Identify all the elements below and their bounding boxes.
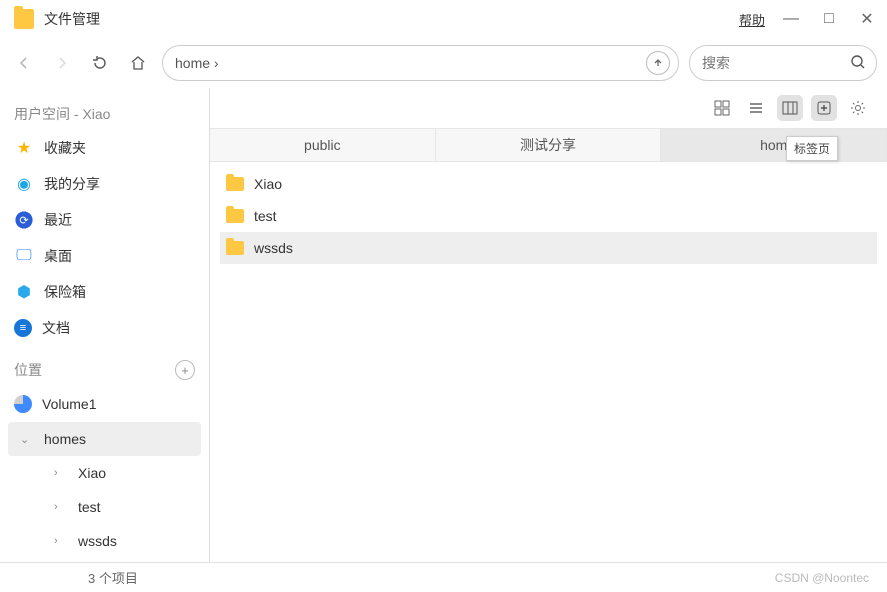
folder-icon — [226, 209, 244, 223]
view-list-button[interactable] — [743, 95, 769, 121]
recent-icon — [14, 210, 34, 230]
sidebar-label: 保险箱 — [44, 282, 86, 302]
maximize-button[interactable]: □ — [817, 7, 841, 31]
file-list: Xiao test wssds — [210, 162, 887, 270]
volume-icon — [14, 395, 32, 413]
new-tab-button[interactable] — [811, 95, 837, 121]
back-button[interactable] — [10, 49, 38, 77]
location-label: 位置 — [14, 360, 42, 380]
sidebar-item-favorites[interactable]: ★ 收藏夹 — [0, 130, 209, 166]
tree-label: wssds — [78, 533, 117, 549]
forward-button[interactable] — [48, 49, 76, 77]
file-row[interactable]: test — [220, 200, 877, 232]
sidebar: 用户空间 - Xiao ★ 收藏夹 ◉ 我的分享 最近 🖵 桌面 ⬢ 保险箱 文档 位置… — [0, 88, 210, 562]
sidebar-label: 桌面 — [44, 246, 72, 266]
folder-icon — [226, 241, 244, 255]
sidebar-item-recent[interactable]: 最近 — [0, 202, 209, 238]
sidebar-label: Volume1 — [42, 396, 96, 412]
tab-home[interactable]: hom — [661, 129, 887, 162]
folder-icon — [226, 177, 244, 191]
file-name: test — [254, 208, 277, 224]
path-breadcrumb[interactable]: home › — [162, 45, 679, 81]
safe-icon: ⬢ — [14, 282, 34, 302]
share-icon: ◉ — [14, 174, 34, 194]
sidebar-item-share[interactable]: ◉ 我的分享 — [0, 166, 209, 202]
chevron-right-icon: › — [54, 535, 68, 547]
path-text: home › — [175, 55, 219, 71]
file-row[interactable]: Xiao — [220, 168, 877, 200]
tree-homes[interactable]: ⌄ homes — [8, 422, 201, 456]
sidebar-item-desktop[interactable]: 🖵 桌面 — [0, 238, 209, 274]
sidebar-label: 收藏夹 — [44, 138, 86, 158]
status-bar: 3 个项目 CSDN @Noontec — [0, 562, 887, 592]
minimize-button[interactable]: ― — [779, 7, 803, 31]
refresh-button[interactable] — [86, 49, 114, 77]
app-icon — [14, 9, 34, 29]
add-location-button[interactable]: + — [175, 360, 195, 380]
tab-test-share[interactable]: 测试分享 — [436, 129, 662, 162]
help-link[interactable]: 帮助 — [739, 10, 765, 29]
sidebar-item-volume[interactable]: Volume1 — [0, 386, 209, 422]
app-title: 文件管理 — [44, 9, 100, 29]
tree-label: homes — [44, 431, 86, 447]
sidebar-item-documents[interactable]: 文档 — [0, 310, 209, 346]
content-area: public 测试分享 hom 标签页 Xiao test wssds — [210, 88, 887, 562]
search-icon — [850, 54, 866, 73]
sidebar-item-safe[interactable]: ⬢ 保险箱 — [0, 274, 209, 310]
settings-button[interactable] — [845, 95, 871, 121]
watermark: CSDN @Noontec — [775, 571, 869, 585]
view-columns-button[interactable] — [777, 95, 803, 121]
tree-label: test — [78, 499, 101, 515]
file-row[interactable]: wssds — [220, 232, 877, 264]
item-count: 3 个项目 — [88, 568, 138, 587]
file-name: Xiao — [254, 176, 282, 192]
file-name: wssds — [254, 240, 293, 256]
search-input[interactable] — [702, 55, 864, 71]
location-header: 位置 + — [0, 354, 209, 386]
view-grid-button[interactable] — [709, 95, 735, 121]
sidebar-label: 我的分享 — [44, 174, 100, 194]
home-button[interactable] — [124, 49, 152, 77]
user-space-header: 用户空间 - Xiao — [0, 98, 209, 130]
tree-xiao[interactable]: › Xiao — [0, 456, 209, 490]
tab-public[interactable]: public — [210, 129, 436, 162]
path-up-button[interactable] — [646, 51, 670, 75]
tree-label: Xiao — [78, 465, 106, 481]
chevron-right-icon: › — [54, 467, 68, 479]
sidebar-label: 文档 — [42, 318, 70, 338]
close-button[interactable]: ✕ — [855, 7, 879, 31]
tree-wssds[interactable]: › wssds — [0, 524, 209, 558]
tooltip: 标签页 — [786, 136, 838, 161]
tree-test[interactable]: › test — [0, 490, 209, 524]
search-box[interactable] — [689, 45, 877, 81]
chevron-right-icon: › — [54, 501, 68, 513]
desktop-icon: 🖵 — [14, 246, 34, 266]
chevron-down-icon: ⌄ — [20, 433, 34, 446]
document-icon — [14, 319, 32, 337]
star-icon: ★ — [14, 138, 34, 158]
sidebar-label: 最近 — [44, 210, 72, 230]
